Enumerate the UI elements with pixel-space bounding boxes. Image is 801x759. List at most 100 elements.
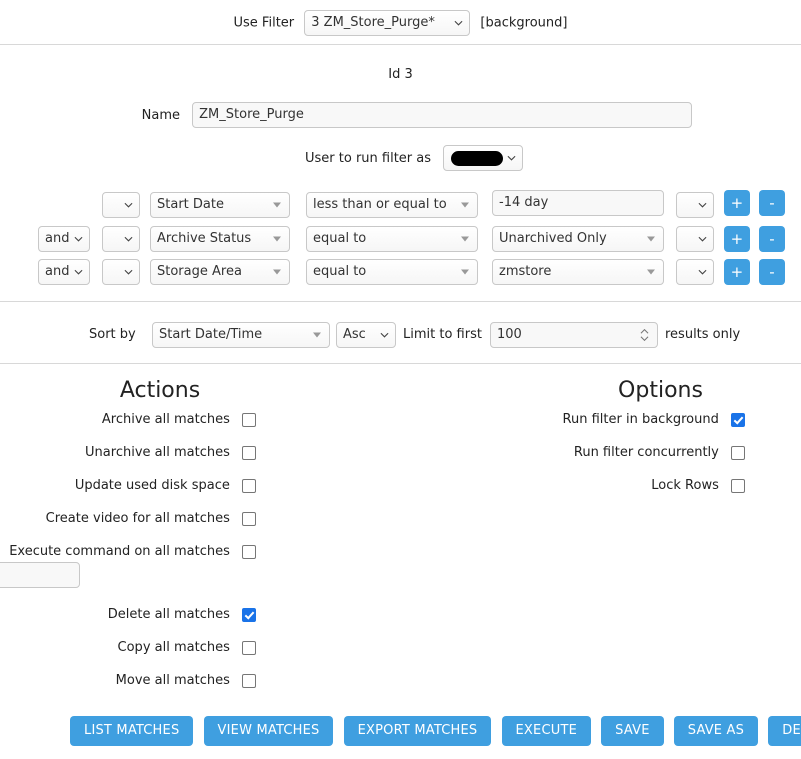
chevron-down-icon — [698, 235, 707, 244]
action-row-update-used-disk-space: Update used disk space — [0, 478, 256, 493]
close-bracket-select[interactable] — [676, 226, 714, 252]
view-matches-button[interactable]: VIEW MATCHES — [203, 716, 334, 746]
limit-input[interactable]: 100 — [490, 322, 658, 348]
action-row-copy-all-matches: Copy all matches — [0, 640, 256, 655]
execute-command-on-all-matches-checkbox[interactable] — [242, 544, 256, 559]
user-row: User to run filter as — [305, 145, 524, 171]
save-as-button[interactable]: SAVE AS — [673, 716, 759, 746]
use-filter-label: Use Filter — [233, 15, 295, 31]
action-label: Create video for all matches — [45, 511, 230, 526]
condition-operator-select[interactable]: less than or equal to — [306, 192, 478, 218]
condition-field-select[interactable]: Storage Area — [150, 259, 290, 285]
save-button[interactable]: SAVE — [601, 716, 664, 746]
export-matches-button[interactable]: EXPORT MATCHES — [343, 716, 492, 746]
execute-button[interactable]: EXECUTE — [501, 716, 591, 746]
remove-condition-button[interactable]: - — [759, 190, 785, 216]
number-spinner-icon[interactable] — [640, 327, 649, 343]
chevron-down-icon — [124, 201, 133, 210]
chevron-down-icon — [74, 268, 83, 277]
chevron-down-icon — [507, 154, 516, 163]
triangle-down-icon — [461, 236, 469, 242]
run-filter-concurrently-checkbox[interactable] — [731, 445, 745, 460]
archive-all-matches-checkbox[interactable] — [242, 412, 256, 427]
sort-by-label: Sort by — [89, 327, 136, 342]
condition-field-value: Storage Area — [157, 264, 242, 279]
filter-select-value: 3 ZM_Store_Purge* — [311, 15, 435, 30]
triangle-down-icon — [273, 202, 281, 208]
chevron-down-icon — [380, 331, 389, 340]
delete-all-matches-checkbox[interactable] — [242, 607, 256, 622]
condition-value-input[interactable]: -14 day — [492, 190, 664, 216]
use-filter-row: Use Filter 3 ZM_Store_Purge* [background… — [0, 10, 801, 36]
remove-condition-button[interactable]: - — [759, 259, 785, 285]
triangle-down-icon — [273, 269, 281, 275]
action-row-unarchive-all-matches: Unarchive all matches — [0, 445, 256, 460]
condition-field-value: Start Date — [157, 197, 224, 212]
filter-id-line: Id 3 — [388, 67, 413, 82]
condition-value: zmstore — [499, 264, 552, 279]
condition-row: and Storage Area equal to zmstore + - — [0, 259, 801, 289]
open-bracket-select[interactable] — [102, 259, 140, 285]
name-label: Name — [141, 107, 180, 123]
actions-title: Actions — [119, 378, 201, 403]
option-row-lock-rows: Lock Rows — [505, 478, 745, 493]
condition-conjunction-select[interactable]: and — [38, 226, 90, 252]
create-video-for-all-matches-checkbox[interactable] — [242, 511, 256, 526]
condition-row: Start Date less than or equal to -14 day… — [0, 190, 801, 222]
condition-field-value: Archive Status — [157, 231, 252, 246]
copy-all-matches-checkbox[interactable] — [242, 640, 256, 655]
chevron-down-icon — [124, 235, 133, 244]
close-bracket-select[interactable] — [676, 192, 714, 218]
open-bracket-select[interactable] — [102, 192, 140, 218]
name-input[interactable]: ZM_Store_Purge — [192, 102, 693, 128]
unarchive-all-matches-checkbox[interactable] — [242, 445, 256, 460]
background-tag: [background] — [480, 15, 568, 31]
move-all-matches-checkbox[interactable] — [242, 673, 256, 688]
user-select[interactable] — [443, 145, 524, 171]
action-row-create-video-for-all-matches: Create video for all matches — [0, 511, 256, 526]
filter-select[interactable]: 3 ZM_Store_Purge* — [304, 10, 471, 36]
execute-command-input[interactable] — [0, 562, 80, 588]
lock-rows-checkbox[interactable] — [731, 478, 745, 493]
sort-direction-select[interactable]: Asc — [336, 322, 396, 348]
condition-value-select[interactable]: zmstore — [492, 259, 664, 285]
condition-value: Unarchived Only — [499, 231, 607, 246]
condition-operator-value: equal to — [313, 264, 367, 279]
limit-value: 100 — [497, 327, 522, 342]
add-condition-button[interactable]: + — [724, 259, 750, 285]
triangle-down-icon — [647, 269, 655, 275]
condition-value-select[interactable]: Unarchived Only — [492, 226, 664, 252]
list-matches-button[interactable]: LIST MATCHES — [70, 716, 194, 746]
action-label: Copy all matches — [117, 640, 230, 655]
action-label: Move all matches — [115, 673, 230, 688]
sort-field-select[interactable]: Start Date/Time — [152, 322, 330, 348]
options-title: Options — [618, 378, 703, 403]
condition-operator-select[interactable]: equal to — [306, 259, 478, 285]
triangle-down-icon — [313, 332, 321, 338]
action-row-archive-all-matches: Archive all matches — [0, 412, 256, 427]
action-label: Archive all matches — [101, 412, 230, 427]
redacted-username — [451, 151, 504, 166]
name-row: Name ZM_Store_Purge — [136, 102, 693, 128]
update-used-disk-space-checkbox[interactable] — [242, 478, 256, 493]
add-condition-button[interactable]: + — [724, 226, 750, 252]
run-filter-in-background-checkbox[interactable] — [731, 412, 745, 427]
close-bracket-select[interactable] — [676, 259, 714, 285]
condition-operator-select[interactable]: equal to — [306, 226, 478, 252]
condition-field-select[interactable]: Start Date — [150, 192, 290, 218]
condition-conjunction-select[interactable]: and — [38, 259, 90, 285]
action-label: Delete all matches — [107, 607, 230, 622]
condition-conjunction-value: and — [45, 264, 70, 279]
remove-condition-button[interactable]: - — [759, 226, 785, 252]
divider-sort — [0, 363, 801, 364]
open-bracket-select[interactable] — [102, 226, 140, 252]
action-button-bar: LIST MATCHES VIEW MATCHES EXPORT MATCHES… — [70, 716, 801, 746]
action-row-delete-all-matches: Delete all matches — [0, 607, 256, 622]
user-label: User to run filter as — [305, 150, 432, 166]
add-condition-button[interactable]: + — [724, 190, 750, 216]
option-row-run-filter-in-background: Run filter in background — [505, 412, 745, 427]
condition-field-select[interactable]: Archive Status — [150, 226, 290, 252]
option-label: Run filter concurrently — [573, 445, 719, 460]
delete-button[interactable]: DELETE — [768, 716, 801, 746]
chevron-down-icon — [698, 201, 707, 210]
